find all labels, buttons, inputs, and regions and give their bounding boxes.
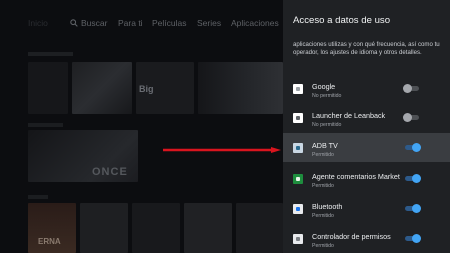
thumbnail-title: Big (139, 84, 154, 94)
permission-toggle[interactable] (403, 174, 421, 183)
content-thumbnail[interactable]: ONCE (28, 130, 138, 182)
content-thumbnail[interactable] (198, 62, 283, 114)
panel-title: Acceso a datos de uso (293, 15, 391, 26)
google-app-icon (293, 84, 303, 94)
app-name: Launcher de Leanback (312, 111, 386, 120)
content-thumbnail[interactable] (28, 62, 68, 114)
app-row[interactable]: Bluetooth Permitido (283, 194, 450, 223)
content-thumbnail[interactable] (80, 203, 128, 253)
market-feedback-icon (293, 174, 303, 184)
app-name: Bluetooth (312, 202, 343, 211)
permission-status: Permitido (312, 183, 334, 189)
permission-toggle[interactable] (403, 234, 421, 243)
permission-status: Permitido (312, 213, 334, 219)
panel-description: aplicaciones utilizas y con qué frecuenc… (293, 41, 440, 57)
permission-toggle[interactable] (403, 84, 421, 93)
nav-apps[interactable]: Aplicaciones (231, 18, 279, 28)
permission-status: Permitido (312, 152, 334, 158)
app-row[interactable]: ADB TV Permitido (283, 133, 450, 162)
content-thumbnail[interactable] (132, 203, 180, 253)
permission-toggle[interactable] (403, 204, 421, 213)
search-icon (70, 19, 78, 27)
app-name: Google (312, 82, 336, 91)
adb-tv-icon (293, 143, 303, 153)
content-thumbnail[interactable]: Big (136, 62, 194, 114)
nav-search[interactable]: Buscar (81, 18, 107, 28)
nav-movies[interactable]: Películas (152, 18, 187, 28)
nav-for-you[interactable]: Para ti (118, 18, 143, 28)
toggle-knob (412, 174, 421, 183)
usage-access-panel: Acceso a datos de uso aplicaciones utili… (283, 0, 450, 253)
row-title-placeholder (28, 123, 63, 127)
app-name: Controlador de permisos (312, 232, 391, 241)
toggle-knob (412, 234, 421, 243)
app-row[interactable]: Agente comentarios Market Permitido (283, 164, 450, 193)
content-thumbnail[interactable]: ERNA (28, 203, 76, 253)
content-thumbnail[interactable] (236, 203, 283, 253)
content-thumbnail[interactable] (184, 203, 232, 253)
app-row[interactable]: Controlador de permisos Permitido (283, 224, 450, 253)
nav-series[interactable]: Series (197, 18, 221, 28)
permission-status: No permitido (312, 93, 342, 99)
app-row[interactable]: Google No permitido (283, 74, 450, 103)
permission-toggle[interactable] (403, 143, 421, 152)
bluetooth-app-icon (293, 204, 303, 214)
app-name: Agente comentarios Market (312, 172, 400, 181)
toggle-knob (412, 204, 421, 213)
permission-controller-icon (293, 234, 303, 244)
top-navigation: Inicio Buscar Para ti Películas Series A… (0, 18, 283, 34)
leanback-launcher-icon (293, 113, 303, 123)
permission-status: No permitido (312, 122, 342, 128)
row-title-placeholder (28, 52, 73, 56)
thumbnail-title: ONCE (92, 166, 128, 178)
red-arrow-annotation (163, 147, 281, 153)
content-thumbnail[interactable] (72, 62, 132, 114)
app-row[interactable]: Launcher de Leanback No permitido (283, 103, 450, 132)
app-name: ADB TV (312, 141, 338, 150)
toggle-knob (412, 143, 421, 152)
toggle-knob (403, 84, 412, 93)
thumbnail-title: ERNA (38, 237, 61, 246)
background-launcher: Inicio Buscar Para ti Películas Series A… (0, 0, 283, 253)
permission-status: Permitido (312, 243, 334, 249)
toggle-knob (403, 113, 412, 122)
row-title-placeholder (28, 195, 48, 199)
permission-toggle[interactable] (403, 113, 421, 122)
nav-home[interactable]: Inicio (28, 18, 48, 28)
